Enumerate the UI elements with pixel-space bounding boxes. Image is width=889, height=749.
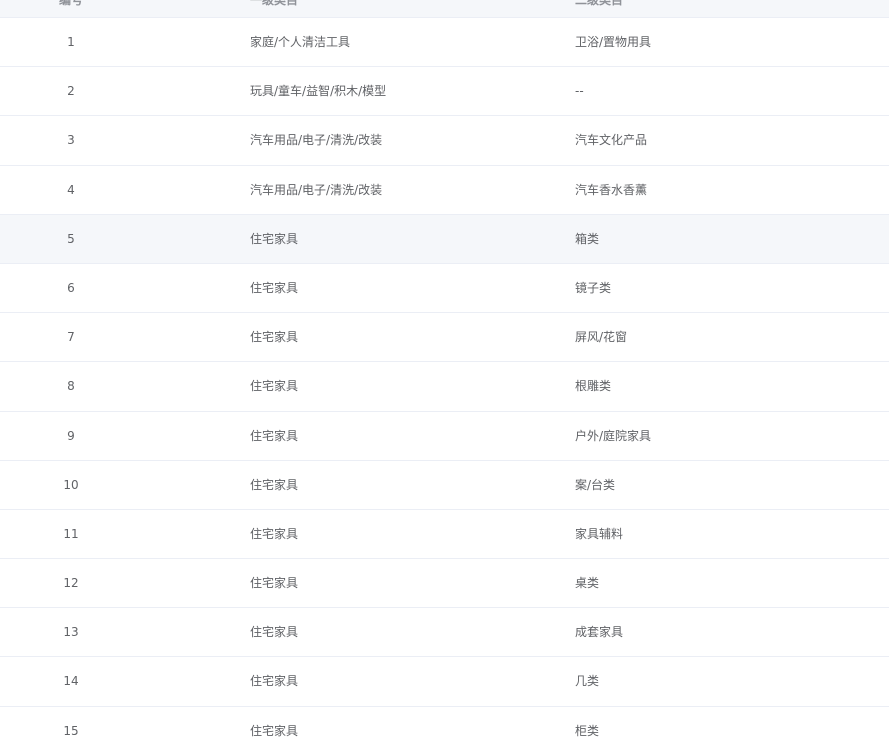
cell-id: 11 (63, 526, 79, 541)
cell-id: 3 (67, 133, 75, 148)
cell-level2: 家具辅料 (575, 526, 624, 541)
cell-level2: 镜子类 (575, 280, 612, 295)
cell-level2: 卫浴/置物用具 (575, 35, 652, 49)
cell-level2: 几类 (575, 674, 600, 689)
cell-level1: 住宅家具 (250, 576, 299, 591)
cell-level1: 汽车用品/电子/清洗/改装 (250, 182, 383, 197)
cell-level2: 汽车香水香薰 (575, 182, 648, 197)
cell-level1: 住宅家具 (250, 526, 299, 541)
column-header-id[interactable]: 编号 (0, 0, 142, 18)
table-row[interactable]: 12 住宅家具 桌类 (0, 559, 889, 609)
cell-id: 13 (63, 625, 79, 640)
column-header-level2[interactable]: 二级类目 (575, 0, 623, 18)
cell-level1: 住宅家具 (250, 723, 299, 738)
table-row[interactable]: 8 住宅家具 根雕类 (0, 362, 889, 412)
table-row[interactable]: 2 玩具/童车/益智/积木/模型 -- (0, 67, 889, 117)
cell-id: 7 (67, 330, 75, 345)
table-row[interactable]: 11 住宅家具 家具辅料 (0, 509, 889, 560)
cell-id: 12 (63, 576, 79, 591)
cell-id: 2 (67, 84, 75, 99)
cell-level2: -- (575, 84, 584, 99)
table-row[interactable]: 13 住宅家具 成套家具 (0, 608, 889, 658)
cell-level2: 根雕类 (575, 379, 612, 394)
cell-level1: 汽车用品/电子/清洗/改装 (250, 133, 383, 148)
cell-level1: 住宅家具 (250, 379, 299, 394)
cell-level2: 桌类 (575, 576, 600, 591)
table-row[interactable]: 5 住宅家具 箱类 (0, 214, 889, 264)
cell-id: 9 (67, 428, 75, 443)
cell-level2: 柜类 (575, 723, 600, 738)
cell-level2: 屏风/花窗 (575, 330, 628, 345)
cell-level1: 住宅家具 (250, 280, 299, 295)
cell-id: 14 (63, 674, 79, 689)
cell-id: 8 (67, 379, 75, 394)
cell-level1: 住宅家具 (250, 625, 299, 640)
cell-level1: 住宅家具 (250, 231, 299, 246)
cell-level1: 家庭/个人清洁工具 (250, 35, 351, 49)
column-header-level1[interactable]: 一级类目 (250, 0, 298, 18)
cell-level2: 案/台类 (575, 477, 616, 492)
cell-level2: 户外/庭院家具 (575, 428, 652, 443)
cell-id: 6 (67, 280, 75, 295)
cell-level1: 住宅家具 (250, 428, 299, 443)
cell-id: 5 (67, 231, 75, 246)
cell-id: 10 (63, 477, 79, 492)
table-row[interactable]: 6 住宅家具 镜子类 (0, 263, 889, 314)
cell-level2: 成套家具 (575, 625, 624, 640)
cell-id: 1 (67, 35, 75, 49)
cell-level2: 汽车文化产品 (575, 133, 648, 148)
table-row[interactable]: 14 住宅家具 几类 (0, 657, 889, 707)
table-row[interactable]: 15 住宅家具 柜类 (0, 706, 889, 749)
cell-id: 15 (63, 723, 79, 738)
table-row[interactable]: 7 住宅家具 屏风/花窗 (0, 313, 889, 363)
cell-id: 4 (67, 182, 75, 197)
cell-level1: 住宅家具 (250, 477, 299, 492)
category-table: 编号 一级类目 二级类目 1 家庭/个人清洁工具 卫浴/置物用具 2 玩具/童车/益智/… (0, 0, 889, 749)
cell-level1: 玩具/童车/益智/积木/模型 (250, 84, 387, 99)
table-row[interactable]: 1 家庭/个人清洁工具 卫浴/置物用具 (0, 18, 889, 68)
table-body: 1 家庭/个人清洁工具 卫浴/置物用具 2 玩具/童车/益智/积木/模型 -- 3 汽车用品/… (0, 18, 889, 749)
table-row[interactable]: 3 汽车用品/电子/清洗/改装 汽车文化产品 (0, 116, 889, 166)
table-row[interactable]: 10 住宅家具 案/台类 (0, 460, 889, 510)
table-row[interactable]: 9 住宅家具 户外/庭院家具 (0, 411, 889, 461)
cell-level1: 住宅家具 (250, 330, 299, 345)
table-row[interactable]: 4 汽车用品/电子/清洗/改装 汽车香水香薰 (0, 165, 889, 215)
cell-level2: 箱类 (575, 231, 600, 246)
table-header: 编号 一级类目 二级类目 (0, 0, 889, 18)
cell-level1: 住宅家具 (250, 674, 299, 689)
